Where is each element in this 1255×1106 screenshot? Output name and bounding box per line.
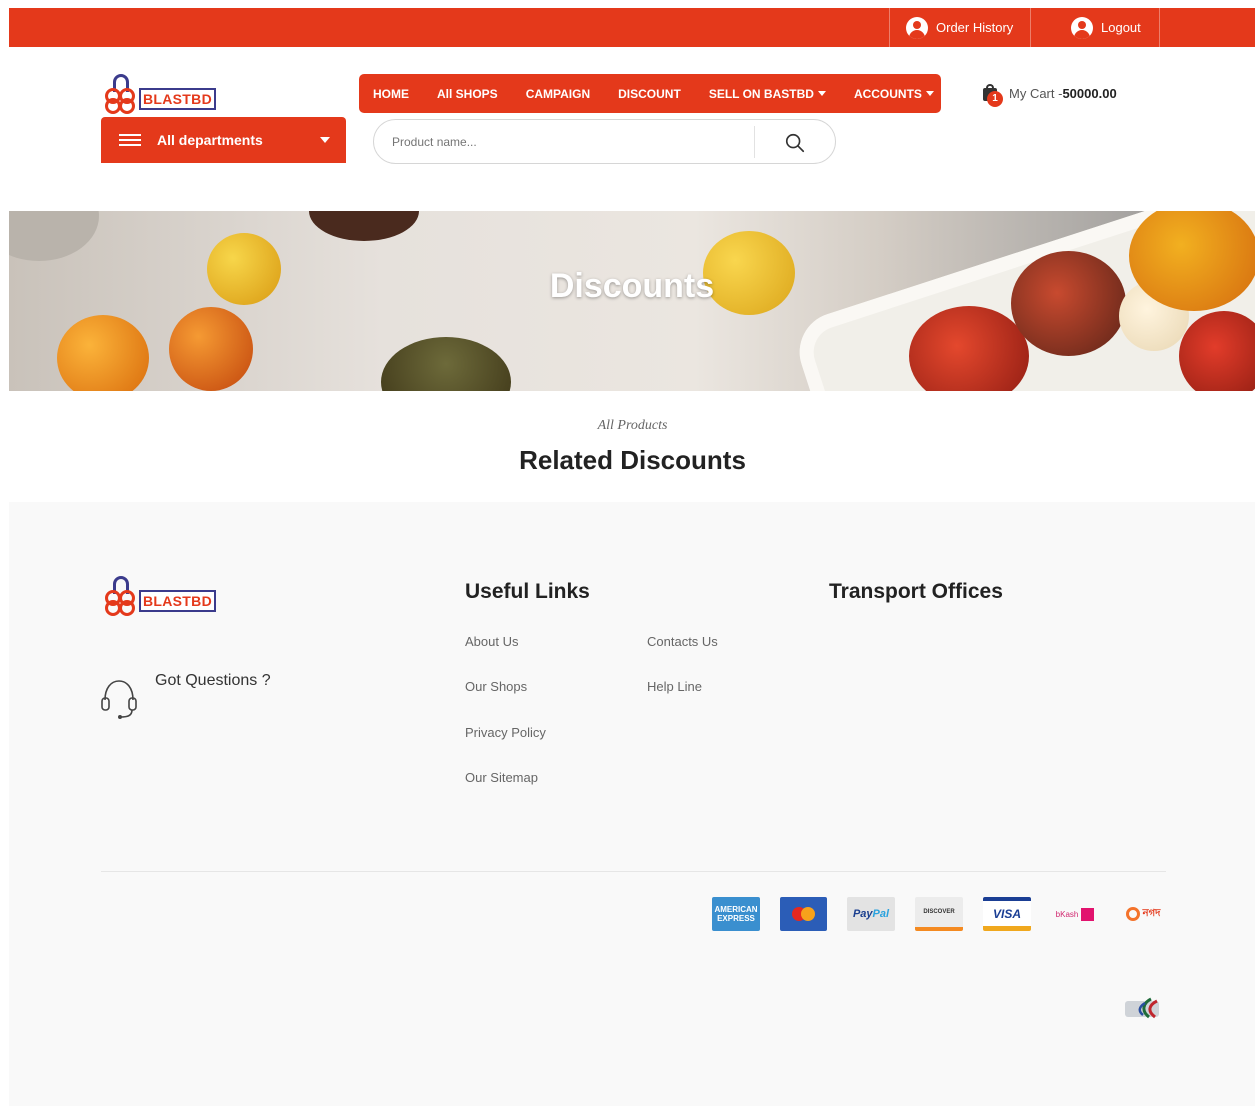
transport-offices-heading: Transport Offices: [829, 580, 1003, 603]
nav-sell-on-bastbd[interactable]: SELL ON BASTBD: [709, 87, 826, 101]
cart-label: My Cart -: [1009, 85, 1063, 101]
top-bar: Order History Logout: [9, 8, 1255, 47]
all-departments-label: All departments: [157, 132, 263, 148]
got-questions-label: Got Questions ?: [155, 672, 271, 689]
main-nav: HOME All SHOPS CAMPAIGN DISCOUNT SELL ON…: [359, 74, 941, 113]
order-history-label: Order History: [936, 20, 1014, 35]
cart-summary[interactable]: 1 My Cart - 50000.00: [981, 84, 1117, 107]
banner-title: Discounts: [549, 267, 715, 305]
paypal-text-a: Pay: [852, 908, 873, 920]
bkash-text: bKash: [1055, 909, 1079, 919]
headset-icon: [101, 680, 137, 719]
cart-count-badge: 1: [987, 91, 1003, 107]
visa-icon: VISA: [983, 897, 1031, 931]
logo-text: BLASTBD: [139, 88, 216, 110]
rocket-icon: [1125, 997, 1159, 1019]
section-title: Related Discounts: [519, 445, 746, 475]
paypal-icon: Pay Pal: [847, 897, 895, 931]
logout-label: Logout: [1101, 20, 1141, 35]
got-questions: Got Questions ?: [99, 672, 271, 720]
caret-down-icon: [925, 91, 934, 96]
nav-sell-label: SELL ON BASTBD: [708, 86, 814, 101]
discover-icon: DISCOVER: [915, 897, 963, 931]
nagad-icon: নগদ: [1119, 897, 1167, 931]
bkash-icon: bKash: [1051, 897, 1099, 931]
user-icon: [906, 16, 928, 39]
footer-logo[interactable]: BLASTBD: [105, 576, 216, 616]
footer-link-privacy-policy[interactable]: Privacy Policy: [465, 725, 546, 740]
search-bar: [373, 119, 836, 164]
logo-mark: [105, 576, 143, 616]
nagad-text: নগদ: [1142, 907, 1161, 919]
list-icon: [119, 133, 141, 147]
banner-image: [9, 211, 99, 261]
search-divider: [754, 126, 755, 158]
caret-down-icon: [817, 91, 826, 96]
useful-links-heading: Useful Links: [465, 580, 590, 603]
nav-all-shops[interactable]: All SHOPS: [437, 87, 498, 101]
section-subtitle: All Products: [597, 418, 668, 433]
page-banner: Discounts: [9, 211, 1255, 391]
shopping-bag-icon: 1: [981, 84, 1003, 107]
footer-link-help-line[interactable]: Help Line: [647, 679, 702, 694]
footer-divider: [101, 871, 1166, 872]
header-logo[interactable]: BLASTBD: [105, 74, 216, 114]
user-icon: [1071, 16, 1093, 39]
nav-home[interactable]: HOME: [373, 87, 409, 101]
cart-amount: 50000.00: [1062, 85, 1117, 101]
footer-link-our-shops[interactable]: Our Shops: [465, 679, 527, 694]
footer-link-our-sitemap[interactable]: Our Sitemap: [465, 770, 538, 785]
search-input[interactable]: [392, 132, 742, 152]
nav-campaign[interactable]: CAMPAIGN: [526, 87, 590, 101]
amex-icon: AMERICAN EXPRESS: [712, 897, 760, 931]
order-history-link[interactable]: Order History: [889, 8, 1031, 47]
all-departments-button[interactable]: All departments: [101, 117, 346, 163]
logo-text: BLASTBD: [139, 590, 216, 612]
nav-accounts[interactable]: ACCOUNTS: [854, 87, 934, 101]
logout-link[interactable]: Logout: [1030, 8, 1160, 47]
footer-link-about-us[interactable]: About Us: [465, 634, 518, 649]
paypal-text-b: Pal: [872, 908, 890, 920]
search-icon[interactable]: [784, 132, 806, 154]
logo-mark: [105, 74, 143, 114]
nav-discount[interactable]: DISCOUNT: [618, 87, 681, 101]
mastercard-icon: [780, 897, 827, 931]
footer-link-contacts-us[interactable]: Contacts Us: [647, 634, 718, 649]
nav-accounts-label: ACCOUNTS: [853, 86, 922, 101]
chevron-down-icon: [320, 137, 330, 143]
